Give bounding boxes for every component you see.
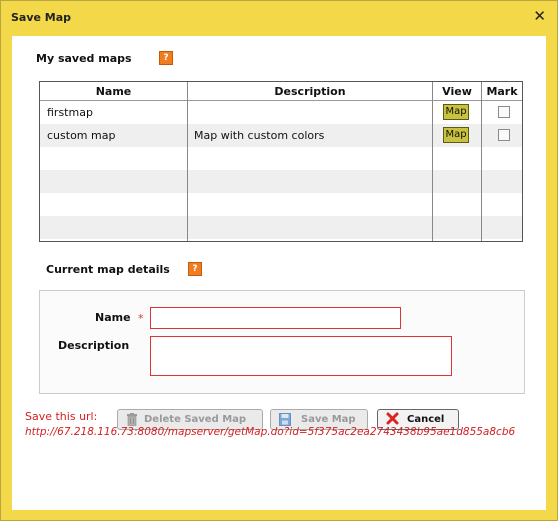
- table-row[interactable]: firstmap Map: [40, 101, 522, 124]
- column-divider: [432, 82, 433, 241]
- cancel-x-icon: [386, 412, 399, 425]
- saved-maps-table: Name Description View Mark firstmap Map …: [39, 81, 523, 242]
- dialog-title: Save Map: [11, 11, 72, 24]
- table-row[interactable]: custom map Map with custom colors Map: [40, 124, 522, 147]
- description-field-label: Description: [58, 339, 130, 352]
- column-header-view[interactable]: View: [433, 82, 481, 101]
- help-icon[interactable]: ?: [188, 262, 202, 276]
- save-map-dialog: Save Map ✕ My saved maps ? Name Descript…: [0, 0, 558, 521]
- save-url-link[interactable]: http://67.218.116.73:8080/mapserver/getM…: [25, 425, 527, 440]
- map-description-input[interactable]: [150, 336, 452, 376]
- mark-checkbox[interactable]: [498, 106, 510, 118]
- view-map-button[interactable]: Map: [443, 127, 469, 143]
- column-divider: [187, 82, 188, 241]
- column-header-description[interactable]: Description: [188, 82, 432, 101]
- save-url-label: Save this url:: [25, 410, 98, 423]
- saved-maps-label: My saved maps: [36, 52, 132, 65]
- name-field-label: Name: [95, 311, 131, 324]
- map-name-cell: firstmap: [47, 106, 93, 119]
- column-divider: [481, 82, 482, 241]
- dialog-titlebar[interactable]: Save Map ✕: [1, 1, 557, 36]
- column-header-name[interactable]: Name: [40, 82, 187, 101]
- map-details-label: Current map details: [46, 263, 170, 276]
- required-marker: *: [138, 312, 144, 325]
- map-name-input[interactable]: [150, 307, 401, 329]
- help-icon[interactable]: ?: [159, 51, 173, 65]
- empty-table-row: [40, 147, 522, 170]
- empty-table-row: [40, 216, 522, 239]
- empty-table-row: [40, 170, 522, 193]
- view-map-button[interactable]: Map: [443, 104, 469, 120]
- map-name-cell: custom map: [47, 129, 116, 142]
- close-icon[interactable]: ✕: [533, 8, 546, 25]
- column-header-mark[interactable]: Mark: [482, 82, 522, 101]
- mark-checkbox[interactable]: [498, 129, 510, 141]
- empty-table-row: [40, 193, 522, 216]
- map-description-cell: Map with custom colors: [194, 129, 325, 142]
